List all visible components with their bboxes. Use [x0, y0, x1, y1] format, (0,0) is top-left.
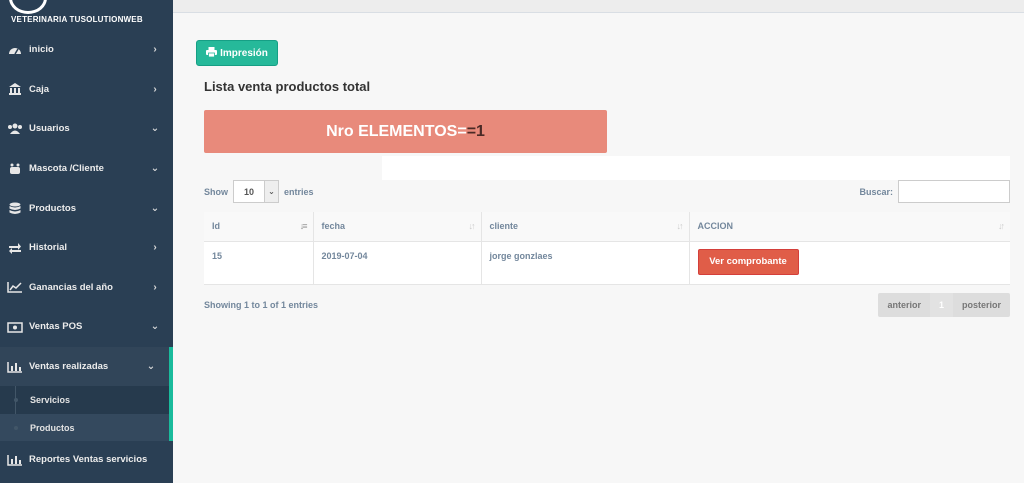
submenu-item-productos[interactable]: Productos: [0, 413, 169, 442]
chevron-down-icon: ⌄: [146, 361, 156, 373]
sidebar-item-ventas-realizadas[interactable]: Ventas realizadas ⌄: [0, 346, 173, 387]
pagination-next[interactable]: posterior: [953, 293, 1010, 317]
cell-cliente: jorge gonzlaes: [481, 240, 690, 285]
chevron-right-icon: ›: [153, 281, 157, 293]
chevron-down-icon: ⌄: [150, 163, 160, 175]
print-button[interactable]: Impresión: [196, 40, 278, 66]
view-receipt-button[interactable]: Ver comprobante: [697, 248, 799, 275]
entries-length-control: Show 10 ⌄ entries: [204, 180, 314, 203]
chevron-down-icon: ⌄: [150, 123, 160, 135]
column-header-label: Id: [212, 221, 220, 232]
elements-count-banner: Nro ELEMENTOS= =1: [204, 110, 607, 153]
chevron-right-icon: ›: [153, 44, 157, 56]
sidebar-item-ventas-pos[interactable]: Ventas POS ⌄: [0, 307, 173, 347]
show-label: Show: [204, 186, 228, 197]
table-row: 15 2019-07-04 jorge gonzlaes Ver comprob…: [204, 240, 1010, 285]
chevron-down-icon: ⌄: [150, 321, 160, 333]
sidebar-item-label: Reportes Ventas servicios: [29, 454, 148, 466]
chevron-right-icon: ›: [153, 83, 157, 95]
elements-count-value: =1: [466, 122, 485, 140]
sidebar-item-label: Historial: [29, 242, 68, 254]
entries-label: entries: [284, 186, 314, 197]
submenu-ventas-realizadas: Servicios Productos: [0, 386, 173, 442]
sidebar-item-productos[interactable]: Productos ⌄: [0, 188, 173, 228]
sidebar-item-historial[interactable]: Historial ›: [0, 228, 173, 268]
column-header-id[interactable]: Id ↓≡: [204, 212, 314, 241]
print-button-label: Impresión: [220, 47, 268, 59]
search-control: Buscar:: [859, 180, 1010, 203]
sidebar-item-label: Ventas POS: [29, 321, 83, 333]
blank-strip: [382, 156, 1010, 180]
submenu-item-servicios[interactable]: Servicios: [0, 386, 169, 414]
paw-icon: [6, 162, 24, 176]
print-icon: [206, 46, 218, 60]
chevron-down-icon: ⌄: [150, 202, 160, 214]
bar-chart-icon: [6, 360, 24, 374]
search-label: Buscar:: [859, 186, 893, 197]
cell-accion: Ver comprobante: [689, 240, 1010, 285]
bar-chart-icon: [6, 453, 24, 467]
column-header-label: cliente: [489, 221, 519, 232]
sidebar-item-mascota-cliente[interactable]: Mascota /Cliente ⌄: [0, 149, 173, 189]
column-header-fecha[interactable]: fecha ↓↑: [313, 212, 482, 241]
sidebar-item-label: Ventas realizadas: [29, 361, 109, 373]
sidebar-item-caja[interactable]: Caja ›: [0, 70, 173, 110]
sidebar-item-label: Usuarios: [29, 123, 70, 135]
elements-count-label: Nro ELEMENTOS=: [326, 122, 467, 140]
brand[interactable]: VETERINARIA TUSOLUTIONWEB: [0, 0, 173, 30]
sidebar: VETERINARIA TUSOLUTIONWEB inicio › Caja …: [0, 0, 173, 483]
sidebar-item-usuarios[interactable]: Usuarios ⌄: [0, 109, 173, 149]
money-icon: [6, 320, 24, 334]
sidebar-item-ganancias[interactable]: Ganancias del año ›: [0, 268, 173, 308]
page-title: Lista venta productos total: [204, 79, 371, 94]
sort-icon: ↓↑: [676, 221, 684, 231]
chevron-down-icon: ⌄: [264, 181, 278, 202]
cell-id: 15: [204, 240, 314, 285]
cell-fecha: 2019-07-04: [313, 240, 482, 285]
sidebar-item-label: Productos: [29, 202, 76, 214]
line-chart-icon: [6, 280, 24, 294]
sort-asc-icon: ↓≡: [299, 221, 308, 231]
bank-icon: [6, 82, 24, 96]
sort-icon: ↓↑: [468, 221, 476, 231]
column-header-label: fecha: [321, 221, 346, 232]
chevron-right-icon: ›: [153, 242, 157, 254]
table-info: Showing 1 to 1 of 1 entries: [204, 300, 319, 310]
sort-icon: ↓↑: [998, 221, 1005, 231]
pagination: anterior 1 posterior: [878, 293, 1010, 317]
sidebar-item-label: Mascota /Cliente: [29, 163, 104, 175]
entries-select-value: 10: [244, 186, 255, 197]
column-header-label: ACCION: [697, 221, 734, 232]
entries-select[interactable]: 10 ⌄: [233, 180, 279, 203]
column-header-cliente[interactable]: cliente ↓↑: [481, 212, 690, 241]
brand-name: VETERINARIA TUSOLUTIONWEB: [11, 15, 143, 24]
top-navbar: [173, 0, 1024, 13]
search-input[interactable]: [898, 180, 1010, 203]
logo-icon: [9, 0, 47, 14]
sales-table: Id ↓≡ fecha ↓↑ cliente ↓↑ ACCION ↓↑ 15 2…: [204, 212, 1010, 285]
sidebar-item-inicio[interactable]: inicio ›: [0, 30, 173, 70]
sidebar-item-reportes[interactable]: Reportes Ventas servicios: [0, 441, 173, 478]
database-icon: [6, 201, 24, 215]
users-icon: [6, 122, 24, 136]
main-content: Impresión Lista venta productos total Nr…: [173, 13, 1024, 483]
exchange-icon: [6, 241, 24, 255]
pagination-previous[interactable]: anterior: [878, 293, 930, 317]
table-header-row: Id ↓≡ fecha ↓↑ cliente ↓↑ ACCION ↓↑: [204, 212, 1010, 241]
sidebar-item-label: Caja: [29, 83, 50, 95]
pagination-page-1[interactable]: 1: [929, 293, 953, 317]
dashboard-icon: [6, 43, 24, 57]
sidebar-item-label: inicio: [29, 44, 54, 56]
sidebar-item-label: Ganancias del año: [29, 281, 113, 293]
column-header-accion[interactable]: ACCION ↓↑: [689, 212, 1010, 241]
